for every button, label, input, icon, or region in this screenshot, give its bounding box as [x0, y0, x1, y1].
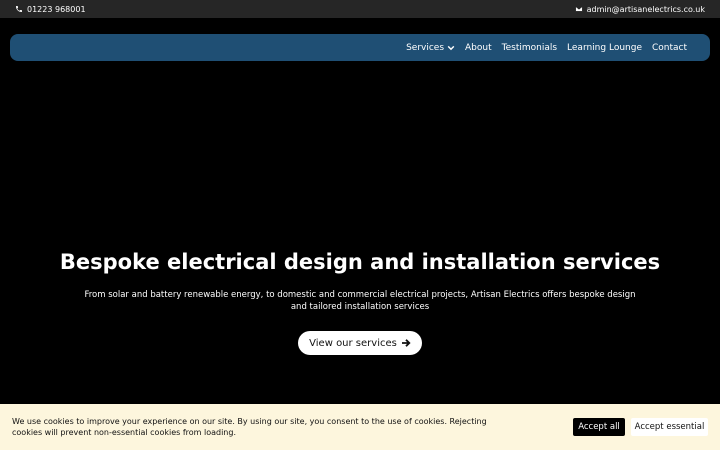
hero-subtitle: From solar and battery renewable energy,…	[84, 290, 636, 312]
main-navigation: Services About Testimonials Learning Lou…	[10, 34, 710, 61]
nav-item-learning-lounge[interactable]: Learning Lounge	[567, 43, 642, 53]
nav-item-label: Services	[406, 42, 445, 53]
nav-item-contact[interactable]: Contact	[652, 43, 687, 53]
envelope-icon	[575, 6, 583, 12]
view-services-button[interactable]: View our services	[298, 331, 422, 355]
email-address: admin@artisanelectrics.co.uk	[586, 4, 705, 14]
email-contact[interactable]: admin@artisanelectrics.co.uk	[575, 5, 705, 14]
chevron-down-icon	[447, 45, 455, 50]
arrow-right-icon	[401, 339, 411, 347]
phone-number: 01223 968001	[27, 4, 86, 14]
accept-essential-button[interactable]: Accept essential	[631, 418, 708, 436]
phone-icon	[16, 6, 22, 12]
cta-label: View our services	[309, 337, 397, 349]
accept-all-button[interactable]: Accept all	[573, 418, 625, 436]
cookie-banner: We use cookies to improve your experienc…	[0, 404, 720, 450]
nav-item-about[interactable]: About	[465, 43, 492, 53]
nav-item-services[interactable]: Services	[406, 43, 455, 53]
top-contact-bar: 01223 968001 admin@artisanelectrics.co.u…	[0, 0, 720, 18]
phone-contact[interactable]: 01223 968001	[15, 5, 86, 14]
nav-item-testimonials[interactable]: Testimonials	[502, 43, 557, 53]
hero-title: Bespoke electrical design and installati…	[59, 250, 661, 274]
cookie-message: We use cookies to improve your experienc…	[12, 417, 487, 437]
